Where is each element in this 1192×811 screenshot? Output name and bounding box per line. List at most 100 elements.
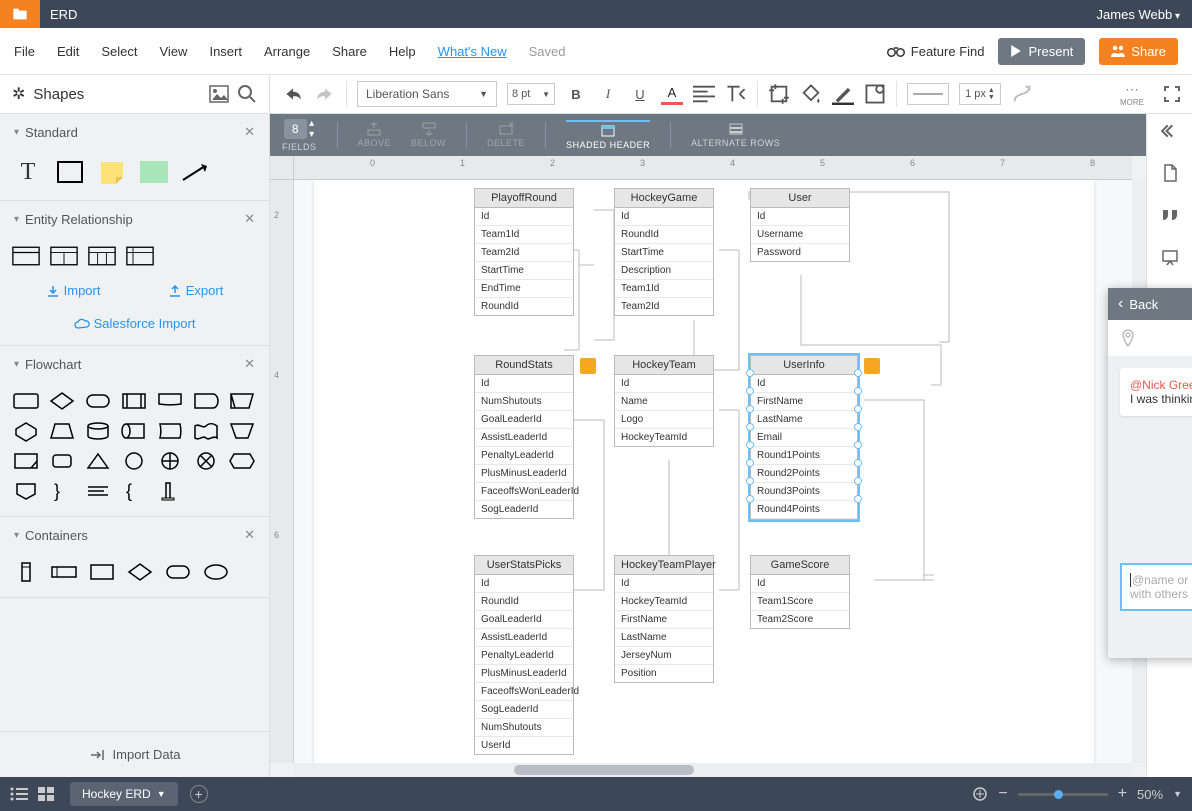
category-standard[interactable]: Standard✕ [0,114,269,150]
flowchart-shape[interactable] [192,390,220,412]
menu-file[interactable]: File [14,44,35,59]
quote-icon[interactable] [1161,206,1179,224]
fields-count[interactable]: 8 [284,119,307,139]
flowchart-shape[interactable] [84,390,112,412]
add-page-button[interactable]: + [190,785,208,803]
entity-userinfo[interactable]: UserInfo Id FirstName LastName Email Rou… [750,355,858,520]
menu-select[interactable]: Select [101,44,137,59]
add-below-button[interactable]: BELOW [411,122,446,148]
category-containers[interactable]: Containers✕ [0,517,269,553]
salesforce-import-link[interactable]: Salesforce Import [12,316,257,331]
search-icon[interactable] [237,84,257,104]
flowchart-shape[interactable] [12,390,40,412]
entity-hockeyteamplayer[interactable]: HockeyTeamPlayer Id HockeyTeamId FirstNa… [614,555,714,683]
undo-icon[interactable] [282,83,304,105]
zoom-fit-icon[interactable] [972,786,988,802]
export-link[interactable]: Export [168,283,224,298]
page-icon[interactable] [1161,164,1179,182]
import-data-button[interactable]: Import Data [0,731,269,777]
flowchart-shape[interactable] [156,450,184,472]
flowchart-shape[interactable] [228,420,256,442]
entity-hockeygame[interactable]: HockeyGame Id RoundId StartTime Descript… [614,188,714,316]
entity-playoffround[interactable]: PlayoffRound Id Team1Id Team2Id StartTim… [474,188,574,316]
entity-userstatspicks[interactable]: UserStatsPicks Id RoundId GoalLeaderId A… [474,555,574,755]
flowchart-shape[interactable] [120,450,148,472]
entity-roundstats[interactable]: RoundStats Id NumShutouts GoalLeaderId A… [474,355,574,519]
flowchart-shape[interactable] [228,450,256,472]
container-shape[interactable] [50,561,78,583]
shape-options-icon[interactable] [864,83,886,105]
more-button[interactable]: ⋯MORE [1120,81,1144,107]
menu-insert[interactable]: Insert [209,44,242,59]
flowchart-shape[interactable]: { [120,480,148,502]
container-shape[interactable] [88,561,116,583]
fullscreen-icon[interactable] [1164,86,1180,102]
share-button[interactable]: Share [1099,38,1178,65]
add-above-button[interactable]: ABOVE [358,122,392,148]
close-icon[interactable]: ✕ [244,124,255,140]
user-menu[interactable]: James Webb [1097,7,1180,22]
shaded-header-button[interactable]: SHADED HEADER [566,120,650,150]
line-style-select[interactable] [907,83,949,105]
border-color-icon[interactable] [832,83,854,105]
page-tab[interactable]: Hockey ERD▼ [70,782,178,806]
alternate-rows-button[interactable]: ALTERNATE ROWS [691,122,780,148]
crop-icon[interactable] [768,83,790,105]
menu-share[interactable]: Share [332,44,367,59]
reply-input[interactable]: @name or @email to collaborate with othe… [1120,563,1192,611]
zoom-in-button[interactable]: + [1118,785,1127,803]
fill-icon[interactable] [800,83,822,105]
flowchart-shape[interactable] [120,390,148,412]
flowchart-shape[interactable] [84,480,112,502]
present-button[interactable]: Present [998,38,1085,65]
flowchart-shape[interactable]: } [48,480,76,502]
flowchart-shape[interactable] [192,450,220,472]
folder-icon[interactable] [0,0,40,28]
rect-shape[interactable] [54,158,86,186]
container-shape[interactable] [126,561,154,583]
er-shape-2[interactable] [50,245,78,267]
entity-gamescore[interactable]: GameScore Id Team1Score Team2Score [750,555,850,629]
menu-view[interactable]: View [160,44,188,59]
container-shape[interactable] [202,561,230,583]
import-link[interactable]: Import [46,283,101,298]
feature-find[interactable]: Feature Find [887,44,985,59]
category-flowchart[interactable]: Flowchart✕ [0,346,269,382]
flowchart-shape[interactable] [12,480,40,502]
flowchart-shape[interactable] [156,480,184,502]
menu-edit[interactable]: Edit [57,44,79,59]
container-shape[interactable] [12,561,40,583]
close-icon[interactable]: ✕ [244,527,255,543]
flowchart-shape[interactable] [156,420,184,442]
delete-button[interactable]: ✕DELETE [487,122,525,148]
document-title[interactable]: ERD [50,7,1097,22]
er-shape-1[interactable] [12,245,40,267]
underline-button[interactable]: U [629,83,651,105]
pin-icon[interactable] [1120,329,1136,347]
flowchart-shape[interactable] [84,450,112,472]
comment-marker[interactable] [580,358,596,374]
menu-help[interactable]: Help [389,44,416,59]
close-icon[interactable]: ✕ [244,356,255,372]
arrow-shape[interactable] [180,158,212,186]
entity-hockeyteam[interactable]: HockeyTeam Id Name Logo HockeyTeamId [614,355,714,447]
text-shape[interactable]: T [12,158,44,186]
er-shape-4[interactable] [126,245,154,267]
container-shape[interactable] [164,561,192,583]
line-width-select[interactable]: 1 px▲▼ [959,83,1001,105]
presentation-icon[interactable] [1161,248,1179,266]
collapse-icon[interactable] [1161,122,1179,140]
flowchart-shape[interactable] [48,390,76,412]
zoom-slider[interactable] [1018,793,1108,796]
grid-view-icon[interactable] [38,787,54,801]
image-icon[interactable] [209,85,229,103]
scrollbar-thumb[interactable] [514,765,694,775]
bold-button[interactable]: B [565,83,587,105]
canvas[interactable]: PlayoffRound Id Team1Id Team2Id StartTim… [294,180,1132,763]
menu-whats-new[interactable]: What's New [438,44,507,59]
flowchart-shape[interactable] [192,420,220,442]
align-icon[interactable] [693,83,715,105]
font-size-select[interactable]: 8 pt▼ [507,83,555,105]
list-view-icon[interactable] [10,787,28,801]
flowchart-shape[interactable] [120,420,148,442]
